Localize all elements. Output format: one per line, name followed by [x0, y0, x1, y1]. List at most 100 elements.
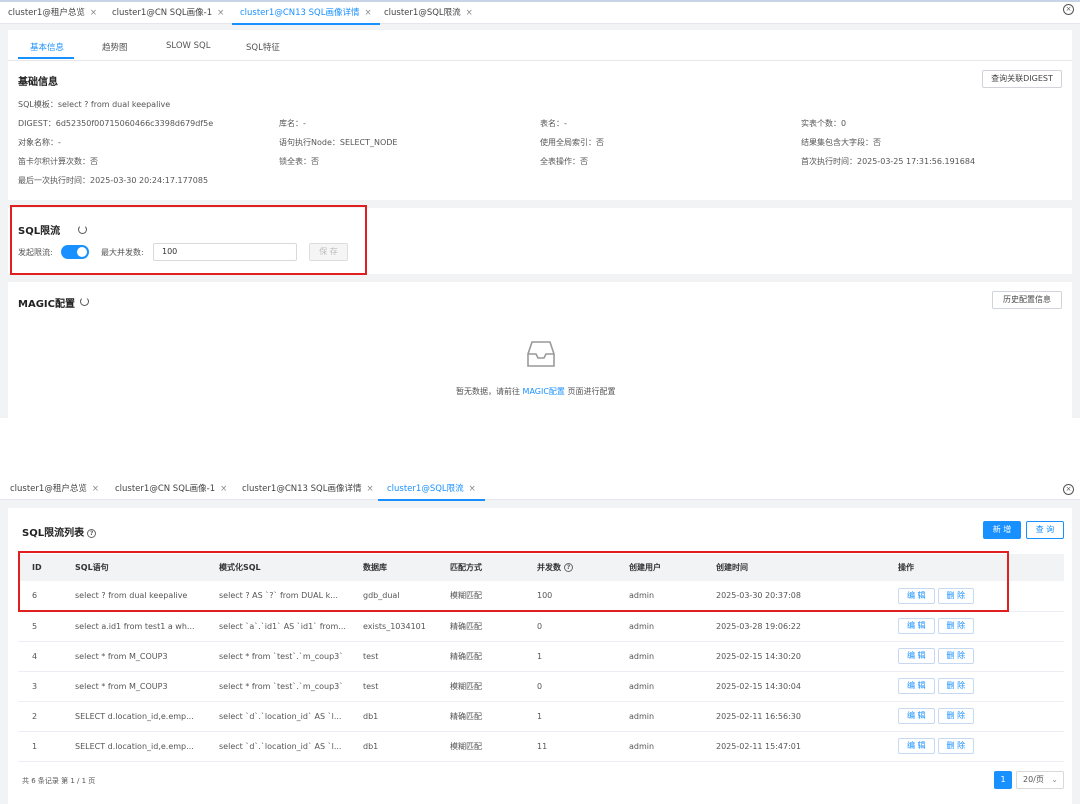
delete-button[interactable]: 删 除	[937, 678, 975, 694]
cell-db: db1	[349, 701, 436, 732]
cell-user: admin	[615, 671, 702, 702]
cell-db: test	[349, 641, 436, 672]
cell-match: 模糊匹配	[436, 671, 523, 702]
cell-concurrency: 1	[523, 701, 615, 732]
cell-concurrency: 0	[523, 611, 615, 642]
info-field: 使用全局索引：否	[540, 138, 604, 147]
cell-created: 2025-02-11 15:47:01	[702, 731, 884, 762]
page-1-button[interactable]: 1	[994, 771, 1012, 789]
info-field: 对象名称：-	[18, 138, 61, 147]
help-icon[interactable]: ?	[87, 528, 97, 538]
close-icon[interactable]: ×	[220, 484, 227, 494]
info-field: 库名：-	[279, 119, 306, 128]
inbox-empty-icon	[527, 341, 555, 367]
info-field: 首次执行时间：2025-03-25 17:31:56.191684	[801, 157, 976, 166]
cell-concurrency: 11	[523, 731, 615, 762]
cell-sql: SELECT d.location_id,e.emp...	[61, 731, 205, 762]
cell-pattern: select `a`.`id1` AS `id1` from...	[205, 611, 349, 642]
close-icon[interactable]: ×	[366, 484, 373, 494]
info-field: 最后一次执行时间：2025-03-30 20:24:17.177085	[18, 176, 209, 185]
highlight-box	[10, 205, 367, 275]
cell-sql: SELECT d.location_id,e.emp...	[61, 701, 205, 732]
close-icon[interactable]: ×	[90, 8, 97, 18]
history-config-button[interactable]: 历史配置信息	[992, 291, 1062, 309]
info-field: 结果集包含大字段：否	[801, 138, 881, 147]
cell-sql: select a.id1 from test1 a wh...	[61, 611, 205, 642]
active-subtab-indicator	[18, 57, 74, 59]
cell-match: 精确匹配	[436, 611, 523, 642]
close-icon[interactable]: ×	[217, 8, 224, 18]
cell-db: test	[349, 671, 436, 702]
sql-detail-panel: cluster1@租户总览 × cluster1@CN SQL画像-1 × clus…	[0, 0, 1080, 418]
table-row: 1 SELECT d.location_id,e.emp... select `d`…	[18, 731, 1064, 762]
info-field: DIGEST：6d52350f00715060466c3398d679df5e	[18, 119, 214, 128]
delete-button[interactable]: 删 除	[937, 618, 975, 634]
close-all-icon[interactable]: ×	[1063, 484, 1074, 495]
edit-button[interactable]: 编 辑	[898, 678, 935, 694]
cell-user: admin	[615, 731, 702, 762]
delete-button[interactable]: 删 除	[937, 738, 975, 754]
table-row: 2 SELECT d.location_id,e.emp... select `d`…	[18, 701, 1064, 732]
cell-actions: 编 辑删 除	[884, 671, 1064, 702]
new-button[interactable]: 新 增	[983, 521, 1021, 539]
cell-db: exists_1034101	[349, 611, 436, 642]
table-row: 3 select * from M_COUP3 select * from `tes…	[18, 671, 1064, 702]
close-icon[interactable]: ×	[466, 8, 473, 18]
table-row: 4 select * from M_COUP3 select * from `tes…	[18, 641, 1064, 672]
cell-created: 2025-03-28 19:06:22	[702, 611, 884, 642]
close-icon[interactable]: ×	[364, 8, 371, 18]
tab-sql-rate-limit[interactable]: cluster1@SQL限流 ×	[378, 478, 485, 501]
tab-cn-sql-profile[interactable]: cluster1@CN SQL画像-1 ×	[112, 2, 224, 25]
cell-created: 2025-02-11 16:56:30	[702, 701, 884, 732]
close-icon[interactable]: ×	[92, 484, 99, 494]
cell-actions: 编 辑删 除	[884, 731, 1064, 762]
cell-pattern: select * from `test`.`m_coup3`	[205, 671, 349, 702]
cell-actions: 编 辑删 除	[884, 641, 1064, 672]
cell-id: 1	[18, 731, 61, 762]
subtab-sql-features[interactable]: SQL特征	[246, 41, 280, 53]
query-digest-button[interactable]: 查询关联DIGEST	[982, 70, 1062, 88]
cell-user: admin	[615, 701, 702, 732]
tab-cn13-sql-detail[interactable]: cluster1@CN13 SQL画像详情 ×	[232, 2, 380, 25]
tab-tenant-overview[interactable]: cluster1@租户总览 ×	[8, 2, 97, 25]
close-all-icon[interactable]: ×	[1063, 4, 1074, 15]
edit-button[interactable]: 编 辑	[898, 648, 935, 664]
window-tab-bar: cluster1@租户总览 × cluster1@CN SQL画像-1 × clus…	[0, 478, 1080, 501]
info-field: 全表操作：否	[540, 157, 588, 166]
cell-pattern: select * from `test`.`m_coup3`	[205, 641, 349, 672]
delete-button[interactable]: 删 除	[937, 648, 975, 664]
empty-message: 暂无数据，请前往 MAGIC配置 页面进行配置	[456, 387, 616, 396]
tab-cn-sql-profile[interactable]: cluster1@CN SQL画像-1 ×	[115, 478, 227, 501]
query-button[interactable]: 查 询	[1026, 521, 1064, 539]
divider	[8, 60, 1072, 61]
edit-button[interactable]: 编 辑	[898, 618, 935, 634]
subtab-trend[interactable]: 趋势图	[102, 41, 128, 53]
cell-actions: 编 辑删 除	[884, 611, 1064, 642]
delete-button[interactable]: 删 除	[937, 708, 975, 724]
tab-sql-rate-limit[interactable]: cluster1@SQL限流 ×	[384, 2, 473, 25]
cell-id: 5	[18, 611, 61, 642]
edit-button[interactable]: 编 辑	[898, 708, 935, 724]
info-field: 实表个数：0	[801, 119, 847, 128]
cell-created: 2025-02-15 14:30:20	[702, 641, 884, 672]
subtab-slow-sql[interactable]: SLOW SQL	[166, 41, 210, 51]
info-field: 表名：-	[540, 119, 567, 128]
tab-tenant-overview[interactable]: cluster1@租户总览 ×	[10, 478, 99, 501]
close-icon[interactable]: ×	[469, 484, 476, 494]
info-field: 笛卡尔积计算次数：否	[18, 157, 98, 166]
page-size-select[interactable]: 20/页 ⌄	[1016, 771, 1064, 789]
cell-match: 精确匹配	[436, 701, 523, 732]
refresh-icon[interactable]	[80, 297, 89, 306]
edit-button[interactable]: 编 辑	[898, 738, 935, 754]
tab-cn13-sql-detail[interactable]: cluster1@CN13 SQL画像详情 ×	[242, 478, 374, 501]
cell-user: admin	[615, 611, 702, 642]
cell-concurrency: 1	[523, 641, 615, 672]
magic-title: MAGIC配置	[18, 299, 75, 310]
basic-info-title: 基础信息	[18, 77, 58, 88]
window-tab-bar: cluster1@租户总览 × cluster1@CN SQL画像-1 × clus…	[0, 0, 1080, 25]
magic-config-link[interactable]: MAGIC配置	[523, 387, 565, 396]
info-field: 锁全表：否	[279, 157, 319, 166]
cell-id: 3	[18, 671, 61, 702]
cell-sql: select * from M_COUP3	[61, 671, 205, 702]
subtab-basic-info[interactable]: 基本信息	[30, 41, 64, 53]
